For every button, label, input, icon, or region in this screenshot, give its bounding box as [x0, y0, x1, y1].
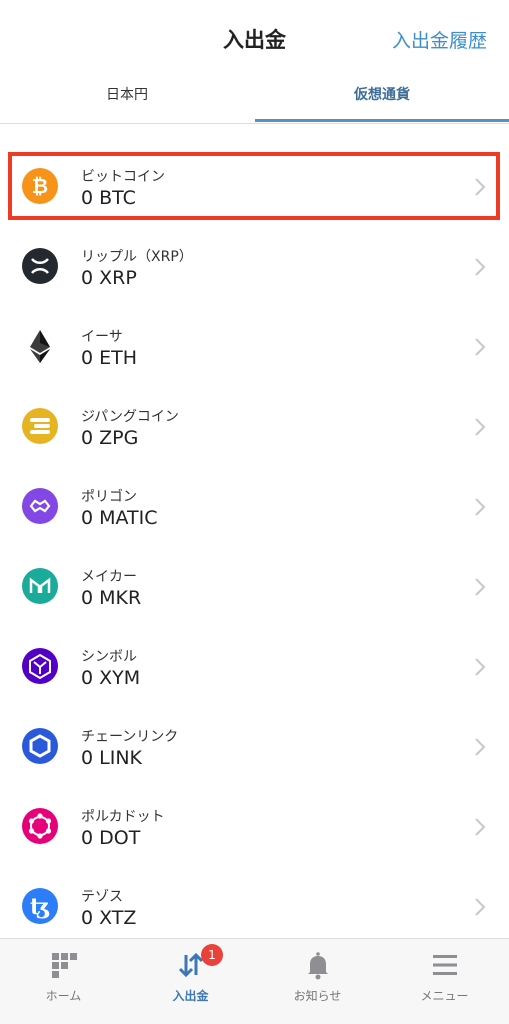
- tabbar-menu[interactable]: メニュー: [381, 939, 508, 1024]
- list-item-xrp[interactable]: リップル（XRP） 0 XRP: [0, 230, 509, 310]
- coin-amount: 0 DOT: [81, 827, 141, 849]
- zipangcoin-icon: [22, 408, 58, 444]
- tezos-icon: ꜩ: [22, 888, 58, 924]
- chevron-right-icon: [473, 816, 487, 838]
- coin-name: イーサ: [81, 329, 123, 345]
- coin-amount: 0 XYM: [81, 667, 141, 689]
- coin-amount: 0 XTZ: [81, 907, 137, 929]
- coin-amount: 0 ZPG: [81, 427, 139, 449]
- coin-name: テゾス: [81, 889, 123, 905]
- currency-tabs: 日本円 仮想通貨: [0, 78, 509, 124]
- highlight-box: [8, 152, 500, 220]
- coin-name: ジパングコイン: [81, 409, 179, 425]
- tabbar-notices[interactable]: お知らせ: [254, 939, 381, 1024]
- ethereum-icon: [22, 328, 58, 364]
- svg-text:ꜩ: ꜩ: [30, 894, 50, 920]
- tabbar-label: 入出金: [172, 989, 209, 1003]
- coin-amount: 0 MATIC: [81, 507, 158, 529]
- tabbar-label: お知らせ: [293, 989, 342, 1003]
- list-item-zpg[interactable]: ジパングコイン 0 ZPG: [0, 390, 509, 470]
- coin-name: ポルカドット: [81, 809, 165, 825]
- coin-amount: 0 XRP: [81, 267, 137, 289]
- home-logo-icon: [48, 949, 80, 981]
- coin-name: シンボル: [81, 649, 137, 665]
- polygon-icon: [22, 488, 58, 524]
- tab-crypto[interactable]: 仮想通貨: [255, 78, 509, 124]
- chevron-right-icon: [473, 656, 487, 678]
- list-item-matic[interactable]: ポリゴン 0 MATIC: [0, 470, 509, 550]
- chevron-right-icon: [473, 416, 487, 438]
- chevron-right-icon: [473, 496, 487, 518]
- chevron-right-icon: [473, 256, 487, 278]
- coin-name: ポリゴン: [81, 489, 137, 505]
- coin-amount: 0 ETH: [81, 347, 138, 369]
- list-item-mkr[interactable]: メイカー 0 MKR: [0, 550, 509, 630]
- list-item-dot[interactable]: ポルカドット 0 DOT: [0, 790, 509, 870]
- maker-icon: [22, 568, 58, 604]
- coin-amount: 0 LINK: [81, 747, 142, 769]
- chevron-right-icon: [473, 896, 487, 918]
- hamburger-menu-icon: [429, 949, 461, 981]
- bell-icon: [302, 949, 334, 981]
- chainlink-icon: [22, 728, 58, 764]
- chevron-right-icon: [473, 576, 487, 598]
- tabbar-label: メニュー: [420, 989, 469, 1003]
- coin-list: ₿ ビットコイン 0 BTC リップル（XRP） 0 XRP イーサ 0 ETH…: [0, 150, 509, 950]
- list-item-xym[interactable]: シンボル 0 XYM: [0, 630, 509, 710]
- header: 入出金 入出金履歴: [0, 0, 509, 78]
- coin-name: チェーンリンク: [81, 729, 179, 745]
- coin-name: リップル（XRP）: [81, 249, 193, 265]
- coin-amount: 0 MKR: [81, 587, 142, 609]
- tabbar-label: ホーム: [45, 989, 82, 1003]
- deposit-history-link[interactable]: 入出金履歴: [392, 26, 487, 53]
- coin-name: メイカー: [81, 569, 137, 585]
- list-item-eth[interactable]: イーサ 0 ETH: [0, 310, 509, 390]
- chevron-right-icon: [473, 736, 487, 758]
- tabbar-deposit[interactable]: 1 入出金: [127, 939, 254, 1024]
- list-item-link[interactable]: チェーンリンク 0 LINK: [0, 710, 509, 790]
- tab-jpy[interactable]: 日本円: [0, 78, 254, 124]
- tabbar-home[interactable]: ホーム: [0, 939, 127, 1024]
- polkadot-icon: [22, 808, 58, 844]
- xrp-icon: [22, 248, 58, 284]
- active-tab-indicator: [255, 119, 509, 122]
- symbol-icon: [22, 648, 58, 684]
- bottom-tab-bar: ホーム 1 入出金 お知らせ メニュー: [0, 938, 509, 1024]
- notification-badge: 1: [201, 944, 223, 966]
- chevron-right-icon: [473, 336, 487, 358]
